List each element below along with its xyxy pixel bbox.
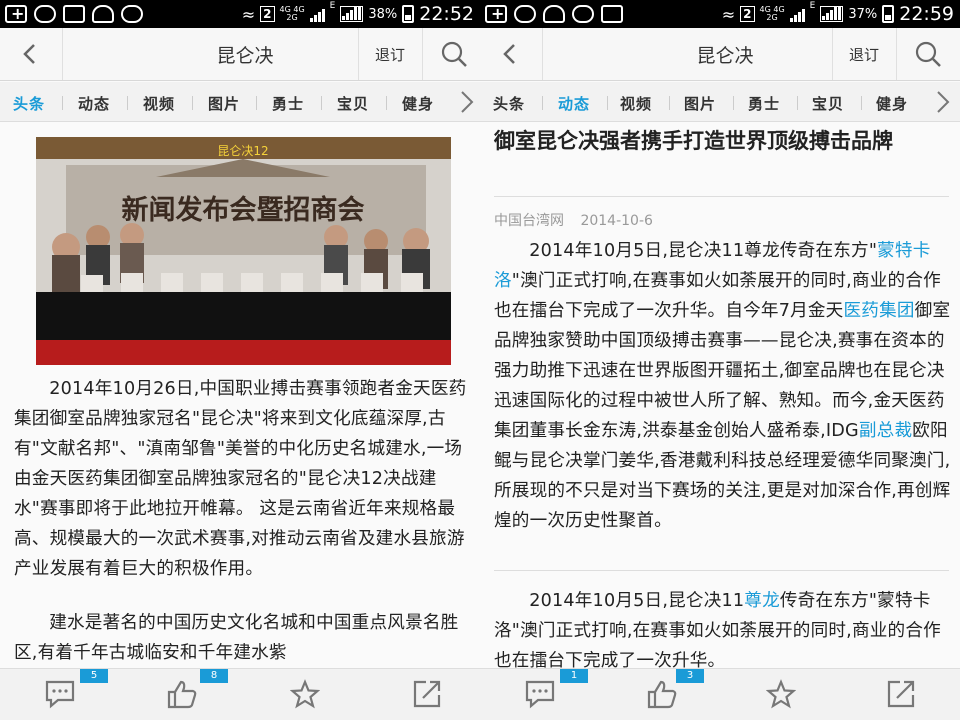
chat-notification-icon (514, 5, 536, 23)
tab-babes[interactable]: 宝贝 (812, 93, 844, 114)
battery-percent: 37% (848, 6, 878, 22)
clock: 22:59 (899, 3, 954, 25)
sim-indicator: 2 (260, 6, 275, 22)
article-source: 中国台湾网 (494, 213, 564, 229)
article-paragraph-2: 建水是著名的中国历史文化名城和中国重点风景名胜区,有着千年古城临安和千年建水紫 (14, 613, 459, 663)
right-screen: ≈ 2 4G 4G2G E 37% 22:59 昆仑决 退订 头条 动态 视频 … (480, 0, 960, 720)
tab-video[interactable]: 视频 (143, 93, 175, 114)
article-meta: 中国台湾网 2014-10-6 (494, 210, 665, 230)
battery-icon (882, 5, 895, 23)
tab-fitness[interactable]: 健身 (402, 93, 434, 114)
status-bar: ≈ 2 4G 4G2G E 38% 22:52 (0, 0, 480, 28)
article-paragraph-2: 2014年10月5日,昆仑决11尊龙传奇在东方"蒙特卡洛"澳门正式打响,在赛事如… (494, 586, 954, 668)
signal-bars-icon-2 (340, 6, 364, 22)
article-headline: 御室昆仑决强者携手打造世界顶级搏击品牌 (494, 129, 893, 153)
comment-count-badge: 1 (560, 669, 588, 683)
image-notification-icon (601, 5, 623, 23)
tab-fitness[interactable]: 健身 (876, 93, 908, 114)
network-bottom: 2G (286, 13, 298, 22)
chevron-right-icon[interactable] (459, 90, 475, 114)
star-favorite-icon[interactable] (290, 679, 320, 709)
battery-percent: 38% (368, 6, 398, 22)
tab-warriors[interactable]: 勇士 (748, 93, 780, 114)
search-icon[interactable] (440, 40, 468, 68)
category-tabs: 头条 动态 视频 图片 勇士 宝贝 健身 (0, 82, 480, 122)
photo-scene: 昆仑决12 新闻发布会暨招商会 (36, 137, 451, 365)
network-e: E (809, 1, 816, 11)
wechat-notification-icon (572, 5, 594, 23)
wifi-icon: ≈ (241, 4, 256, 24)
back-arrow-icon[interactable] (498, 42, 522, 66)
press-conference-photo: 昆仑决12 新闻发布会暨招商会 (36, 137, 451, 365)
category-tabs: 头条 动态 视频 图片 勇士 宝贝 健身 (480, 82, 960, 122)
like-thumb-icon[interactable] (646, 679, 678, 709)
title-bar: 昆仑决 退订 (480, 28, 960, 81)
headset-notification-icon (92, 5, 114, 23)
tab-headlines[interactable]: 头条 (13, 93, 45, 114)
tab-photos[interactable]: 图片 (208, 93, 240, 114)
p2-text-a: 2014年10月5日,昆仑决11 (529, 591, 745, 611)
bottom-action-bar: 5 8 (0, 668, 480, 720)
title-bar: 昆仑决 退订 (0, 28, 480, 81)
chat-notification-icon (34, 5, 56, 23)
headset-notification-icon (543, 5, 565, 23)
like-count-badge: 8 (200, 669, 228, 683)
left-screen: ≈ 2 4G 4G2G E 38% 22:52 昆仑决 退订 头条 动态 视频 … (0, 0, 480, 720)
network-bottom: 2G (766, 13, 778, 22)
wechat-notification-icon (121, 5, 143, 23)
like-thumb-icon[interactable] (166, 679, 198, 709)
search-icon[interactable] (914, 40, 942, 68)
tab-photos[interactable]: 图片 (684, 93, 716, 114)
signal-bars-icon-2 (820, 6, 844, 22)
battery-icon (402, 5, 415, 23)
article-paragraph-1: 2014年10月5日,昆仑决11尊龙传奇在东方"蒙特卡洛"澳门正式打响,在赛事如… (494, 236, 954, 536)
share-icon[interactable] (412, 679, 442, 709)
chevron-right-icon[interactable] (935, 90, 951, 114)
wifi-icon: ≈ (721, 4, 736, 24)
network-type: 4G 4G 2G (760, 6, 785, 22)
link-zunlong[interactable]: 尊龙 (744, 591, 780, 611)
signal-bars-icon (309, 6, 325, 22)
tab-news[interactable]: 动态 (558, 93, 590, 114)
comment-icon[interactable] (44, 679, 76, 709)
link-vice-president[interactable]: 副总裁 (859, 421, 912, 441)
photo-banner-text: 新闻发布会暨招商会 (122, 194, 365, 226)
network-type: 4G 4G 2G (280, 6, 305, 22)
share-icon[interactable] (886, 679, 916, 709)
network-e: E (329, 1, 336, 11)
status-bar: ≈ 2 4G 4G2G E 37% 22:59 (480, 0, 960, 28)
article-content: 御室昆仑决强者携手打造世界顶级搏击品牌 中国台湾网 2014-10-6 2014… (480, 122, 960, 668)
photo-banner-top: 昆仑决12 (217, 144, 268, 158)
p1-text-a: 2014年10月5日,昆仑决11尊龙传奇在东方" (529, 241, 878, 261)
tab-news[interactable]: 动态 (78, 93, 110, 114)
page-title: 昆仑决 (696, 45, 754, 67)
image-notification-icon (63, 5, 85, 23)
back-arrow-icon[interactable] (18, 42, 42, 66)
comment-icon[interactable] (524, 679, 556, 709)
comment-count-badge: 5 (80, 669, 108, 683)
plus-notification-icon (5, 4, 27, 23)
star-favorite-icon[interactable] (766, 679, 796, 709)
p1-text-c: 御室品牌独家赞助中国顶级搏击赛事——昆仑决,赛事在资本的强力助推下迅速在世界版图… (494, 301, 951, 441)
page-title: 昆仑决 (216, 45, 274, 67)
sim-indicator: 2 (740, 6, 755, 22)
unsubscribe-button[interactable]: 退订 (360, 44, 420, 65)
bottom-action-bar: 1 3 (480, 668, 960, 720)
tab-warriors[interactable]: 勇士 (272, 93, 304, 114)
like-count-badge: 3 (676, 669, 704, 683)
tab-video[interactable]: 视频 (620, 93, 652, 114)
article-paragraph-1: 2014年10月26日,中国职业搏击赛事领跑者金天医药集团御室品牌独家冠名"昆仑… (14, 379, 467, 579)
unsubscribe-button[interactable]: 退订 (834, 44, 894, 65)
article-content: 昆仑决12 新闻发布会暨招商会 2014年10月26日,中国职业搏击赛事领跑者金… (0, 122, 480, 668)
signal-bars-icon (789, 6, 805, 22)
tab-headlines[interactable]: 头条 (493, 93, 525, 114)
link-pharma-group[interactable]: 医药集团 (843, 301, 914, 321)
tab-babes[interactable]: 宝贝 (337, 93, 369, 114)
plus-notification-icon (485, 4, 507, 23)
article-date: 2014-10-6 (580, 213, 653, 229)
clock: 22:52 (419, 3, 474, 25)
